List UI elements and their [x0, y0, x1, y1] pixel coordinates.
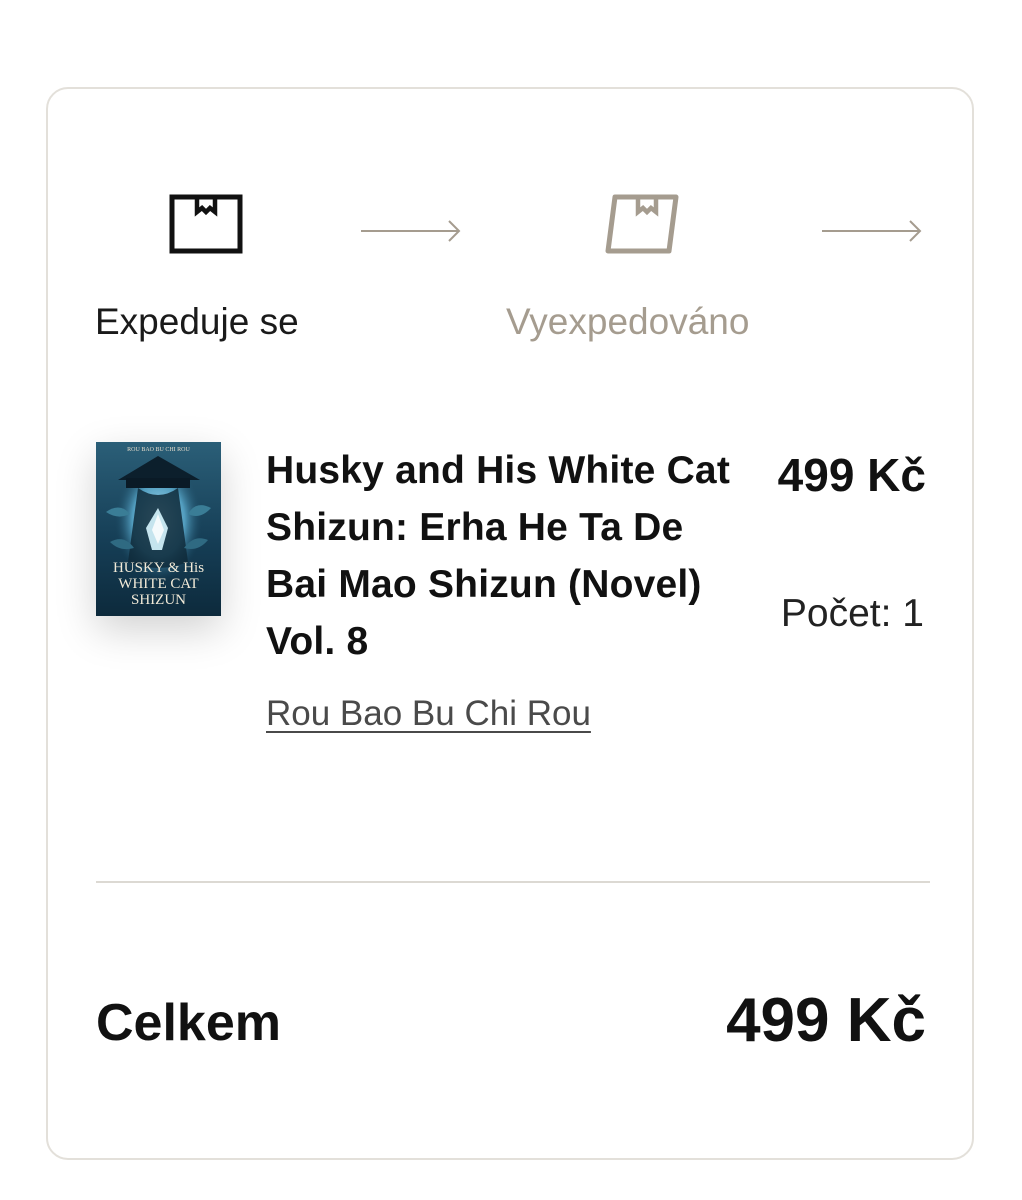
- package-shipped-icon: [605, 194, 679, 254]
- package-icon: [169, 194, 243, 254]
- divider: [96, 881, 930, 883]
- status-step-label-processing: Expeduje se: [95, 301, 299, 342]
- svg-text:WHITE CAT: WHITE CAT: [118, 576, 198, 592]
- product-title[interactable]: Husky and His White Cat Shizun: Erha He …: [266, 442, 746, 670]
- item-price: 499 Kč: [777, 449, 926, 501]
- cover-author-text: ROU BAO BU CHI ROU: [127, 447, 190, 453]
- total-value: 499 Kč: [726, 986, 926, 1055]
- book-cover-image[interactable]: ROU BAO BU CHI ROU HUSKY & His WHITE CAT…: [96, 442, 221, 616]
- total-label: Celkem: [96, 994, 281, 1052]
- svg-text:SHIZUN: SHIZUN: [131, 592, 186, 608]
- arrow-right-icon: [820, 216, 924, 246]
- arrow-right-icon: [359, 216, 463, 246]
- svg-text:HUSKY & His: HUSKY & His: [113, 560, 204, 576]
- author-link[interactable]: Rou Bao Bu Chi Rou: [266, 692, 591, 736]
- order-card: Expeduje se Vyexpedováno ROU BAO BU CHI …: [46, 87, 974, 1160]
- status-step-label-shipped: Vyexpedováno: [506, 301, 750, 342]
- item-quantity: Počet: 1: [780, 592, 924, 635]
